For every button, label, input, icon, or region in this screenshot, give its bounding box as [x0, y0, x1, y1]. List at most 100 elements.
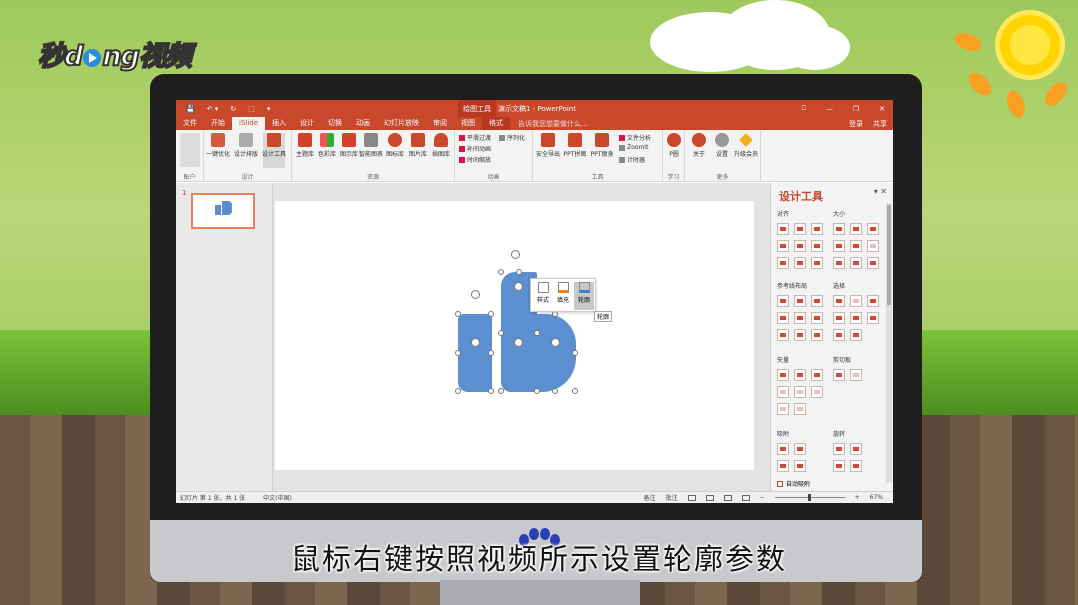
- tab-islide[interactable]: iSlide: [232, 117, 266, 130]
- tab-animations[interactable]: 动画: [349, 117, 377, 130]
- tab-slideshow[interactable]: 幻灯片放映: [377, 117, 426, 130]
- guide-button[interactable]: [811, 329, 823, 341]
- snap-button[interactable]: [777, 460, 789, 472]
- select-button[interactable]: [850, 329, 862, 341]
- rotate-button[interactable]: [833, 443, 845, 455]
- resize-handle[interactable]: [488, 350, 494, 356]
- file-analysis-item[interactable]: 文件分析: [619, 133, 651, 142]
- zoom-slider[interactable]: [774, 494, 845, 501]
- rotate-button[interactable]: [850, 443, 862, 455]
- reading-view-icon[interactable]: [723, 494, 732, 501]
- select-button[interactable]: [850, 312, 862, 324]
- resize-handle[interactable]: [455, 350, 461, 356]
- presentation-icon[interactable]: ⬚: [248, 105, 255, 113]
- resize-handle[interactable]: [572, 350, 578, 356]
- fit-width-button[interactable]: [833, 240, 845, 252]
- safe-export-button[interactable]: 安全导出: [536, 133, 560, 158]
- auto-snap-checkbox[interactable]: [777, 480, 783, 487]
- guide-button[interactable]: [794, 295, 806, 307]
- rotate-handle[interactable]: [471, 290, 480, 299]
- guide-button[interactable]: [794, 329, 806, 341]
- zoomit-item[interactable]: ZoomIt: [619, 144, 648, 151]
- scale-width-button[interactable]: [833, 257, 845, 269]
- slideshow-view-icon[interactable]: [741, 494, 750, 501]
- rotate-handle[interactable]: [514, 282, 523, 291]
- zoom-thumb[interactable]: [807, 494, 811, 501]
- align-slide-button[interactable]: [811, 257, 823, 269]
- scale-height-button[interactable]: [850, 257, 862, 269]
- vector-button[interactable]: [777, 403, 789, 415]
- smooth-transition-item[interactable]: 平滑过渡: [459, 133, 491, 142]
- select-button[interactable]: [833, 295, 845, 307]
- paste-button[interactable]: [850, 369, 862, 381]
- shape-left-bar[interactable]: [458, 314, 492, 392]
- zoom-in-button[interactable]: +: [855, 494, 860, 501]
- fit-size-button[interactable]: [867, 240, 879, 252]
- close-icon[interactable]: ✕: [879, 105, 885, 113]
- pane-controls[interactable]: ▾ ✕: [874, 187, 887, 196]
- rotate-button[interactable]: [850, 460, 862, 472]
- scale-size-button[interactable]: [867, 257, 879, 269]
- guide-button[interactable]: [811, 312, 823, 324]
- resize-handle[interactable]: [516, 269, 522, 275]
- resize-handle[interactable]: [498, 330, 504, 336]
- resize-handle[interactable]: [534, 330, 540, 336]
- resize-handle[interactable]: [488, 388, 494, 394]
- snap-button[interactable]: [794, 443, 806, 455]
- zoom-out-button[interactable]: −: [760, 494, 765, 501]
- resize-handle[interactable]: [498, 388, 504, 394]
- auto-snap-option[interactable]: 自动吸附: [777, 479, 810, 488]
- resize-handle[interactable]: [498, 269, 504, 275]
- account-avatar[interactable]: [179, 133, 201, 169]
- design-tools-button[interactable]: 设计工具: [262, 133, 286, 168]
- outline-button[interactable]: 轮廓: [574, 282, 594, 310]
- same-size-button[interactable]: [867, 223, 879, 235]
- guide-button[interactable]: [811, 295, 823, 307]
- guide-button[interactable]: [777, 329, 789, 341]
- sorter-view-icon[interactable]: [705, 494, 714, 501]
- distribute-h-button[interactable]: [777, 257, 789, 269]
- rotate-handle[interactable]: [511, 250, 520, 259]
- one-click-optimize-button[interactable]: 一键优化: [206, 133, 230, 158]
- guide-button[interactable]: [794, 312, 806, 324]
- fit-height-button[interactable]: [850, 240, 862, 252]
- comments-button[interactable]: 批注: [666, 493, 678, 502]
- vector-button[interactable]: [794, 369, 806, 381]
- tab-insert[interactable]: 插入: [265, 117, 293, 130]
- normal-view-icon[interactable]: [687, 494, 696, 501]
- distribute-v-button[interactable]: [794, 257, 806, 269]
- pane-scrollbar[interactable]: [886, 203, 892, 483]
- select-button[interactable]: [833, 329, 845, 341]
- guide-button[interactable]: [777, 295, 789, 307]
- notes-button[interactable]: 备注: [644, 493, 656, 502]
- rotate-handle[interactable]: [471, 338, 480, 347]
- slide-thumbnail[interactable]: [191, 193, 255, 229]
- ppt-slim-button[interactable]: PPT瘦身: [591, 133, 613, 158]
- upgrade-member-button[interactable]: 升级会员: [734, 133, 758, 158]
- zoom-level[interactable]: 67%: [870, 494, 883, 501]
- select-button[interactable]: [833, 312, 845, 324]
- vector-button[interactable]: [777, 369, 789, 381]
- resize-handle[interactable]: [488, 311, 494, 317]
- align-top-button[interactable]: [777, 240, 789, 252]
- tell-me-search[interactable]: 告诉我您想要做什么...: [518, 119, 588, 129]
- tab-view[interactable]: 视图: [454, 117, 482, 130]
- tab-transitions[interactable]: 切换: [321, 117, 349, 130]
- vector-button[interactable]: [794, 403, 806, 415]
- snap-button[interactable]: [777, 443, 789, 455]
- serialize-item[interactable]: 序列化: [499, 133, 525, 142]
- language-indicator[interactable]: 中文(中国): [263, 493, 292, 502]
- fill-button[interactable]: 填充: [553, 282, 573, 304]
- tab-format[interactable]: 格式: [482, 117, 511, 130]
- resize-handle[interactable]: [455, 388, 461, 394]
- vector-button[interactable]: [777, 386, 789, 398]
- tab-design[interactable]: 设计: [293, 117, 321, 130]
- snap-button[interactable]: [794, 460, 806, 472]
- vector-button[interactable]: [794, 386, 806, 398]
- rotate-handle[interactable]: [514, 338, 523, 347]
- style-button[interactable]: 样式: [533, 282, 553, 304]
- same-height-button[interactable]: [850, 223, 862, 235]
- resize-handle[interactable]: [455, 311, 461, 317]
- save-icon[interactable]: 💾: [186, 105, 195, 113]
- design-layout-button[interactable]: 设计排版: [234, 133, 258, 158]
